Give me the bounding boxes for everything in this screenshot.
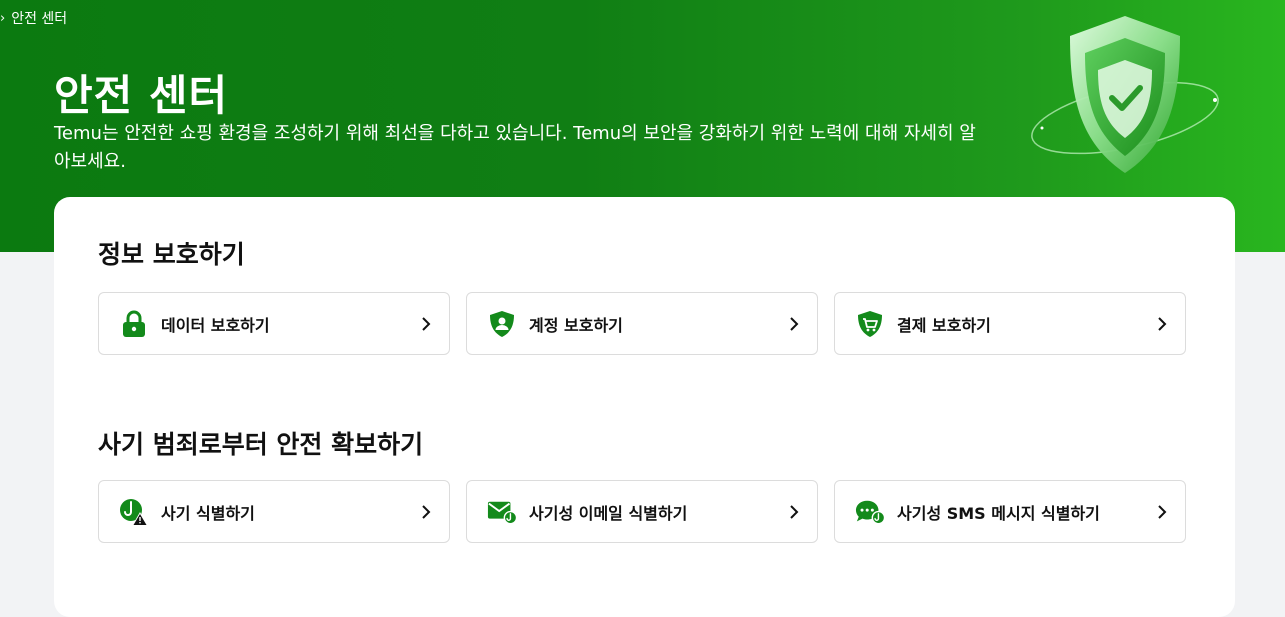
data-protection-label: 데이터 보호하기 xyxy=(161,315,270,335)
breadcrumb-current[interactable]: 안전 센터 xyxy=(11,8,67,28)
account-protection-link[interactable]: 계정 보호하기 xyxy=(466,292,818,355)
chevron-right-icon xyxy=(419,316,433,331)
account-protection-label: 계정 보호하기 xyxy=(529,315,623,335)
security-shield-illustration xyxy=(1031,16,1219,173)
data-protection-link[interactable]: 데이터 보호하기 xyxy=(98,292,450,355)
identify-phishing-email-label: 사기성 이메일 식별하기 xyxy=(529,503,688,523)
chevron-right-icon xyxy=(419,504,433,519)
identify-scam-label: 사기 식별하기 xyxy=(161,503,255,523)
mail-hook-icon xyxy=(487,497,517,527)
hook-warning-icon xyxy=(119,497,149,527)
shield-user-icon xyxy=(487,309,517,339)
page-title: 안전 센터 xyxy=(54,71,229,120)
breadcrumb-separator: › xyxy=(0,10,6,26)
identify-scam-sms-link[interactable]: 사기성 SMS 메시지 식별하기 xyxy=(834,480,1186,543)
breadcrumb: › 안전 센터 xyxy=(0,8,67,28)
shield-cart-icon xyxy=(855,309,885,339)
section-items-fraud-safety: 사기 식별하기 사기성 이메일 식별하기 사기성 SMS 메시지 식별하기 xyxy=(98,480,1186,543)
section-title-fraud-safety: 사기 범죄로부터 안전 확보하기 xyxy=(98,430,424,459)
payment-protection-label: 결제 보호하기 xyxy=(897,315,991,335)
identify-scam-sms-label: 사기성 SMS 메시지 식별하기 xyxy=(897,503,1100,523)
lock-icon xyxy=(119,309,149,339)
safety-content-card: 정보 보호하기 데이터 보호하기 계정 보호하기 결제 보호하기 사기 범죄로부… xyxy=(54,197,1235,617)
page-description: Temu는 안전한 쇼핑 환경을 조성하기 위해 최선을 다하고 있습니다. T… xyxy=(54,123,976,172)
chevron-right-icon xyxy=(787,316,801,331)
chevron-right-icon xyxy=(1155,504,1169,519)
chat-hook-icon xyxy=(855,497,885,527)
payment-protection-link[interactable]: 결제 보호하기 xyxy=(834,292,1186,355)
identify-scam-link[interactable]: 사기 식별하기 xyxy=(98,480,450,543)
identify-phishing-email-link[interactable]: 사기성 이메일 식별하기 xyxy=(466,480,818,543)
section-items-protect-info: 데이터 보호하기 계정 보호하기 결제 보호하기 xyxy=(98,292,1186,355)
chevron-right-icon xyxy=(1155,316,1169,331)
chevron-right-icon xyxy=(787,504,801,519)
section-title-protect-info: 정보 보호하기 xyxy=(98,240,245,269)
